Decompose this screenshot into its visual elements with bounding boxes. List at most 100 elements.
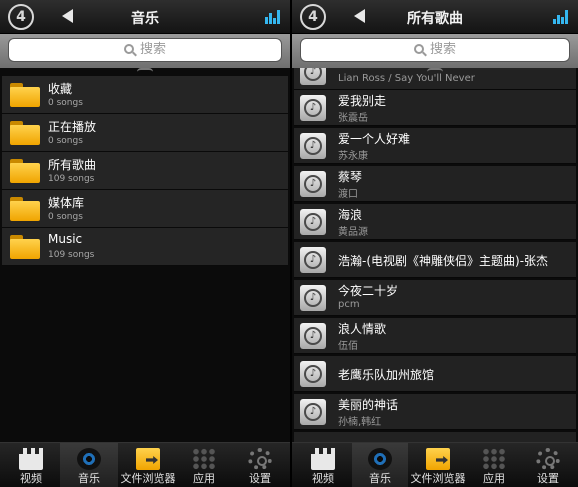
equalizer-icon[interactable] [265,10,280,24]
back-arrow-icon[interactable] [62,9,73,23]
song-artist: pcm [338,299,360,310]
search-placeholder: 搜索 [429,42,456,57]
tab-label: 设置 [249,472,271,485]
tab-label: 视频 [312,472,334,485]
video-icon [19,448,43,470]
folder-item-music[interactable]: Music 109 songs [2,228,288,266]
tab-music[interactable]: 音乐 [60,443,118,487]
music-note-icon: ♪ [300,171,326,197]
back-arrow-icon[interactable] [354,9,365,23]
song-item[interactable]: ♪ 老鹰乐队加州旅馆 [294,356,576,392]
header-bar: 4 音乐 [0,0,290,34]
song-item[interactable]: ♪ 浪人情歌 伍佰 [294,318,576,354]
tab-label: 设置 [537,472,559,485]
folder-item-all-songs[interactable]: 所有歌曲 109 songs [2,152,288,190]
search-bar: 搜索 [292,34,578,68]
search-bar: 搜索 [0,34,290,68]
song-item[interactable]: ♪ 爱一个人好难 苏永康 [294,128,576,164]
folder-name: 正在播放 [48,120,97,134]
song-item[interactable]: ♪ 美丽的神话 孙楠,韩红 [294,394,576,430]
music-note-icon: ♪ [300,323,326,349]
file-browser-icon [136,448,160,470]
song-artist: 孙楠,韩红 [338,417,382,428]
music-note-icon: ♪ [300,209,326,235]
folder-name: 收藏 [48,82,73,96]
search-icon [413,44,424,54]
apps-grid-icon [192,448,216,470]
song-artist: 张震岳 [338,113,368,124]
tab-apps[interactable]: 应用 [468,443,520,487]
song-title: 蔡琴 [338,170,363,184]
folder-icon [10,197,40,221]
song-item[interactable]: ♪ 海浪 黄品源 [294,204,576,240]
video-icon [311,448,335,470]
tab-label: 应用 [193,472,215,485]
app-logo-icon[interactable]: 4 [8,4,34,30]
tab-label: 音乐 [369,472,391,485]
music-note-icon: ♪ [300,95,326,121]
apps-grid-icon [482,448,506,470]
music-note-icon: ♪ [300,361,326,387]
song-title: 爱我别走 [338,94,387,108]
folder-icon [10,83,40,107]
folder-item-favorites[interactable]: 收藏 0 songs [2,76,288,114]
song-item[interactable]: ♪ 今夜二十岁 pcm [294,280,576,316]
song-artist: Lian Ross / Say You'll Never [338,73,475,84]
search-icon [123,44,134,54]
song-title: 今夜二十岁 [338,284,399,298]
song-item[interactable] [294,432,576,442]
music-panel: 4 音乐 搜索 收藏 0 songs 正在播放 0 songs 所有歌曲 109… [0,0,290,487]
music-note-icon: ♪ [300,285,326,311]
tab-music[interactable]: 音乐 [352,443,408,487]
folder-item-library[interactable]: 媒体库 0 songs [2,190,288,228]
all-songs-panel: 4 所有歌曲 搜索 ♪ Lian Ross / Say You'll Never… [292,0,578,487]
tab-label: 音乐 [78,472,100,485]
bottom-tab-bar: 视频 音乐 文件浏览器 应用 设置 [0,442,290,487]
tab-label: 应用 [483,472,505,485]
tab-apps[interactable]: 应用 [178,443,230,487]
file-browser-icon [426,448,450,470]
tab-video[interactable]: 视频 [294,443,352,487]
search-input[interactable]: 搜索 [8,38,282,62]
folder-count: 0 songs [48,136,83,146]
song-list[interactable]: ♪ Lian Ross / Say You'll Never ♪ 爱我别走 张震… [292,68,578,442]
tab-label: 视频 [20,472,42,485]
song-item[interactable]: ♪ 爱我别走 张震岳 [294,90,576,126]
tab-label: 文件浏览器 [120,472,176,485]
song-title: 爱一个人好难 [338,132,411,146]
pull-handle-icon[interactable] [137,68,153,72]
tab-file-browser[interactable]: 文件浏览器 [118,443,178,487]
song-title: 美丽的神话 [338,398,399,412]
search-input[interactable]: 搜索 [300,38,570,62]
music-note-icon: ♪ [300,399,326,425]
song-title: 老鹰乐队加州旅馆 [338,368,435,382]
bottom-tab-bar: 视频 音乐 文件浏览器 应用 设置 [292,442,578,487]
song-item[interactable]: ♪ 浩瀚-(电视剧《神雕侠侣》主题曲)-张杰 [294,242,576,278]
folder-item-now-playing[interactable]: 正在播放 0 songs [2,114,288,152]
tab-file-browser[interactable]: 文件浏览器 [408,443,468,487]
music-note-icon: ♪ [300,68,326,85]
folder-icon [10,235,40,259]
song-artist: 伍佰 [338,341,358,352]
music-disc-icon [368,448,392,470]
folder-list: 收藏 0 songs 正在播放 0 songs 所有歌曲 109 songs 媒… [2,76,288,266]
folder-count: 109 songs [48,174,95,184]
folder-icon [10,121,40,145]
folder-name: 媒体库 [48,196,85,210]
song-artist: 渡口 [338,189,358,200]
page-title: 音乐 [131,11,159,27]
song-artist: 苏永康 [338,151,368,162]
settings-gear-icon [248,448,272,470]
folder-count: 109 songs [48,250,95,260]
app-logo-icon[interactable]: 4 [300,4,326,30]
tab-settings[interactable]: 设置 [232,443,288,487]
folder-icon [10,159,40,183]
pull-handle-icon[interactable] [427,68,443,72]
song-artist: 黄品源 [338,227,368,238]
tab-settings[interactable]: 设置 [520,443,576,487]
folder-count: 0 songs [48,98,83,108]
song-item[interactable]: ♪ 蔡琴 渡口 [294,166,576,202]
equalizer-icon[interactable] [553,10,568,24]
tab-video[interactable]: 视频 [2,443,60,487]
music-note-icon: ♪ [300,247,326,273]
